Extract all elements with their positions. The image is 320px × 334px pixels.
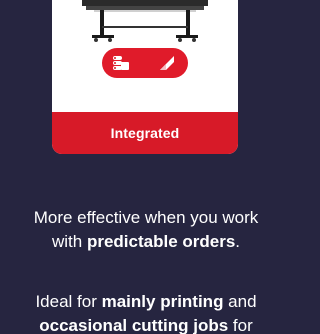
description-line: occasional cutting jobs for [39, 316, 253, 334]
description-line: Ideal for mainly printing and [35, 292, 257, 311]
card-label: Integrated [110, 125, 180, 141]
description-usage: Ideal for mainly printing and occasional… [0, 290, 292, 334]
page: Integrated More effective when you work … [0, 0, 292, 334]
description-predictable: More effective when you work with predic… [0, 206, 292, 254]
description-line: with predictable orders. [51, 232, 241, 251]
integrated-option-card[interactable]: Integrated [52, 0, 238, 154]
feature-badge [102, 48, 188, 78]
description-line: More effective when you work [33, 208, 259, 227]
card-footer: Integrated [52, 112, 238, 154]
print-roll-icon [112, 54, 130, 72]
printer-image [52, 0, 238, 48]
cut-blade-icon [158, 54, 176, 72]
